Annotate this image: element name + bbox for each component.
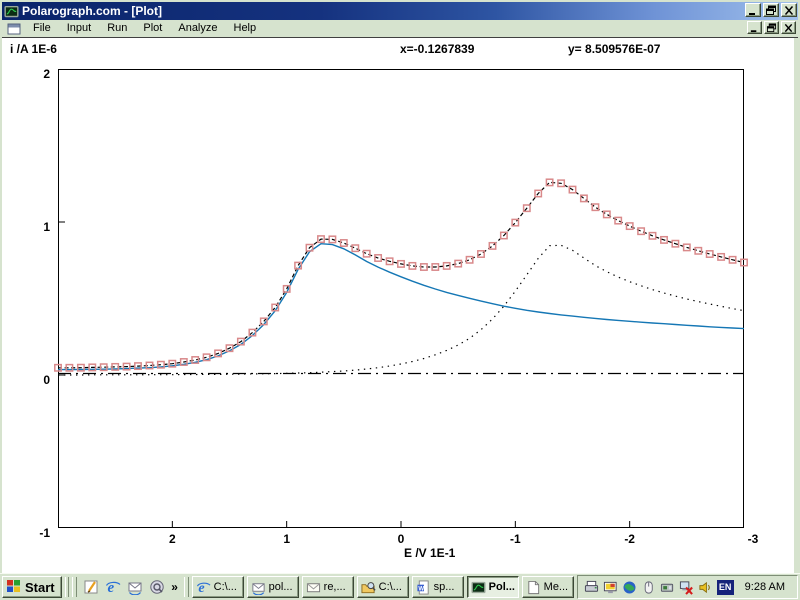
svg-text:W: W [418, 585, 424, 592]
task-button-label: C:\... [214, 581, 237, 593]
taskbar-grip[interactable] [184, 577, 189, 597]
restore-button[interactable] [763, 3, 779, 17]
plot-client-area: i /A 1E-6 x=-0.1267839 y= 8.509576E-07 E… [2, 38, 796, 573]
menu-item-input[interactable]: Input [60, 21, 98, 36]
close-button[interactable] [781, 3, 797, 17]
y-tick-label: 1 [24, 220, 50, 234]
cursor-x-readout: x=-0.1267839 [400, 42, 474, 56]
minimize-icon [749, 23, 760, 33]
y-tick-label: -1 [24, 526, 50, 540]
x-tick-label: -1 [503, 532, 527, 546]
close-icon [783, 5, 795, 16]
outlook-express-icon [251, 580, 266, 595]
series-experimental-total-fit [58, 182, 744, 367]
task-button-document[interactable]: Me... [522, 576, 574, 598]
menu-bar: FileInputRunPlotAnalyzeHelp [2, 20, 798, 38]
search-folder-icon [361, 580, 376, 595]
quick-launch-overflow-chevron[interactable]: » [168, 580, 181, 594]
start-label: Start [25, 580, 55, 595]
quick-launch-media-player[interactable] [146, 576, 168, 598]
series-component-1-fit [58, 244, 744, 370]
document-icon [526, 580, 541, 595]
task-button-label: re,... [324, 581, 346, 593]
menu-item-plot[interactable]: Plot [136, 21, 169, 36]
series-component-2-fit [58, 245, 744, 375]
menu-item-run[interactable]: Run [100, 21, 134, 36]
menu-item-file[interactable]: File [26, 21, 58, 36]
task-button-label: Pol... [489, 581, 515, 593]
windows-logo-icon [6, 579, 22, 596]
x-tick-label: 1 [275, 532, 299, 546]
window-title: Polarograph.com - [Plot] [22, 4, 162, 18]
envelope-icon [306, 580, 321, 595]
restore-icon [766, 23, 777, 33]
task-button-internet-explorer[interactable]: e C:\... [192, 576, 244, 598]
task-button-polarograph[interactable]: Pol... [467, 576, 519, 598]
title-bar[interactable]: Polarograph.com - [Plot] [2, 2, 798, 20]
quick-launch-outlook-express[interactable] [124, 576, 146, 598]
taskbar-grip[interactable] [65, 577, 70, 597]
language-indicator[interactable]: EN [717, 580, 734, 595]
x-tick-label: -3 [741, 532, 765, 546]
mdi-minimize-button[interactable] [747, 21, 762, 34]
x-tick-label: 0 [389, 532, 413, 546]
mdi-child-icon[interactable] [6, 21, 22, 37]
polarograph-icon [471, 580, 486, 595]
minimize-button[interactable] [745, 3, 761, 17]
mdi-close-button[interactable] [781, 21, 796, 34]
internet-explorer-icon: e [196, 580, 211, 595]
app-icon[interactable] [4, 5, 19, 18]
internet-globe-icon[interactable] [622, 579, 638, 595]
plot-canvas[interactable]: E /V 1E-1 210-1-2-3210-1 [58, 69, 744, 528]
quick-launch-internet-explorer[interactable]: e [102, 576, 124, 598]
task-button-label: C:\... [379, 581, 402, 593]
restore-icon [765, 5, 777, 16]
display-settings-icon[interactable] [603, 579, 619, 595]
task-button-label: pol... [269, 581, 293, 593]
printer-icon[interactable] [584, 579, 600, 595]
quick-launch-show-desktop[interactable] [80, 576, 102, 598]
task-button-envelope[interactable]: re,... [302, 576, 354, 598]
taskbar: Start e » e C:\... pol... re,... C:\... Wsp..… [0, 573, 800, 600]
taskbar-clock[interactable]: 9:28 AM [737, 581, 791, 593]
cursor-y-readout: y= 8.509576E-07 [568, 42, 660, 56]
x-tick-label: 2 [160, 532, 184, 546]
task-button-label: sp... [434, 581, 455, 593]
removable-device-icon[interactable] [660, 579, 676, 595]
volume-icon[interactable] [698, 579, 714, 595]
minimize-icon [747, 5, 759, 16]
y-axis-unit-label: i /A 1E-6 [10, 42, 57, 56]
desktop-screen: Polarograph.com - [Plot] FileInputRunPlo… [0, 0, 800, 600]
task-button-outlook-express[interactable]: pol... [247, 576, 299, 598]
word-document-icon: W [416, 580, 431, 595]
taskbar-grip[interactable] [72, 577, 77, 597]
task-button-label: Me... [544, 581, 568, 593]
task-button-word-document[interactable]: Wsp... [412, 576, 464, 598]
start-button[interactable]: Start [2, 576, 62, 598]
mouse-icon[interactable] [641, 579, 657, 595]
menu-item-analyze[interactable]: Analyze [171, 21, 224, 36]
y-tick-label: 0 [24, 373, 50, 387]
menu-item-help[interactable]: Help [227, 21, 264, 36]
y-tick-label: 2 [24, 67, 50, 81]
system-tray: EN 9:28 AM [577, 575, 798, 599]
close-icon [783, 23, 794, 33]
task-button-search-folder[interactable]: C:\... [357, 576, 409, 598]
mdi-restore-button[interactable] [764, 21, 779, 34]
x-tick-label: -2 [618, 532, 642, 546]
x-axis-unit-label: E /V 1E-1 [404, 546, 455, 560]
network-offline-icon[interactable] [679, 579, 695, 595]
svg-text:e: e [198, 580, 204, 595]
